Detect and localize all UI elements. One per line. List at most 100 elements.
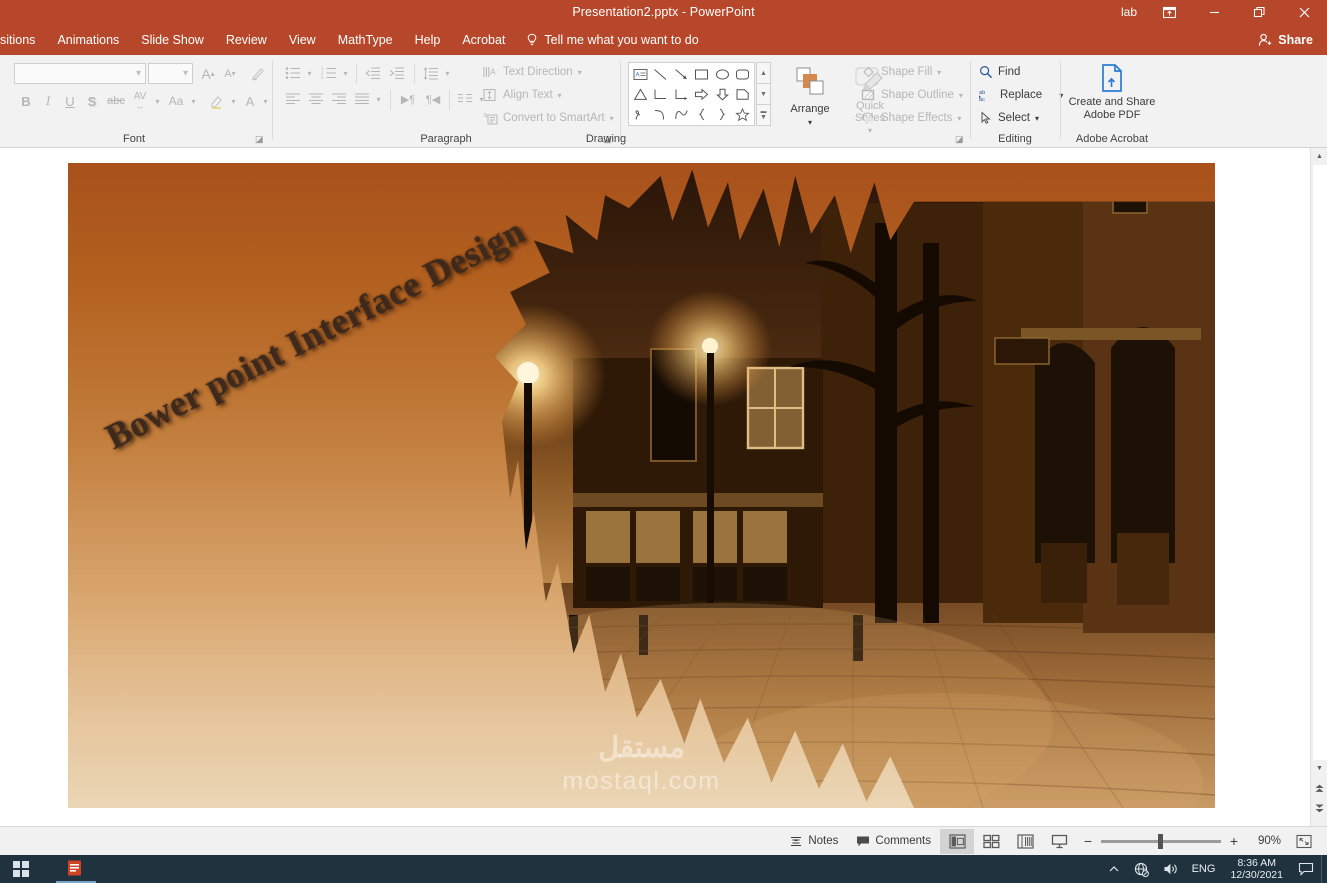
increase-indent-icon[interactable] [386, 63, 408, 83]
zoom-out-button[interactable]: − [1082, 833, 1094, 849]
zoom-level-label[interactable]: 90% [1247, 835, 1281, 847]
shape-effects-button[interactable]: Shape Effects ▾ [858, 107, 964, 129]
shape-oval-icon[interactable] [712, 64, 733, 84]
shape-text-box-icon[interactable]: A [630, 64, 651, 84]
tab-transitions[interactable]: sitions [0, 25, 46, 55]
strikethrough-button[interactable]: abc [104, 91, 128, 111]
text-highlight-dropdown[interactable]: ▾ [228, 91, 239, 111]
vertical-scrollbar[interactable]: ▲ ▼ [1310, 148, 1327, 826]
show-desktop-button[interactable] [1321, 855, 1327, 883]
line-spacing-icon[interactable] [420, 63, 442, 83]
shape-scribble-icon[interactable] [630, 104, 651, 124]
shapes-gallery-more[interactable]: ▬ ▼ [756, 104, 771, 126]
character-spacing-button[interactable]: AV ↔ [128, 91, 152, 111]
shape-arc-icon[interactable] [671, 104, 692, 124]
wordart-title[interactable]: Bower point Interface Design [98, 210, 531, 458]
create-and-share-adobe-pdf-button[interactable]: Create and Share Adobe PDF [1062, 61, 1162, 141]
tab-review[interactable]: Review [215, 25, 278, 55]
shape-right-arrow-icon[interactable] [692, 84, 713, 104]
font-dialog-launcher[interactable]: ◪ [255, 134, 265, 144]
zoom-control[interactable]: − + 90% [1076, 833, 1287, 849]
tell-me-search[interactable]: Tell me what you want to do [516, 25, 708, 55]
tab-help[interactable]: Help [404, 25, 452, 55]
font-size-combo[interactable]: ▾ [148, 63, 193, 84]
align-text-button[interactable]: Align Text ▾ [480, 84, 565, 106]
bold-button[interactable]: B [16, 91, 36, 111]
shape-right-brace-icon[interactable] [712, 104, 733, 124]
tab-slide-show[interactable]: Slide Show [130, 25, 215, 55]
convert-to-smartart-button[interactable]: Convert to SmartArt ▾ [480, 107, 617, 129]
shape-down-arrow-icon[interactable] [712, 84, 733, 104]
taskbar-search[interactable] [42, 855, 56, 883]
clock[interactable]: 8:36 AM 12/30/2021 [1222, 855, 1291, 883]
italic-button[interactable]: I [38, 91, 58, 111]
tab-mathtype[interactable]: MathType [327, 25, 404, 55]
arrange-button[interactable]: Arrange ▾ [779, 62, 841, 140]
shape-rounded-rectangle-icon[interactable] [733, 64, 754, 84]
shape-triangle-icon[interactable] [630, 84, 651, 104]
text-highlight-icon[interactable] [206, 91, 228, 111]
scroll-up-icon[interactable]: ▲ [1312, 148, 1327, 165]
rtl-icon[interactable]: ▶¶ [396, 89, 420, 109]
align-left-icon[interactable] [282, 89, 304, 109]
minimize-icon[interactable] [1192, 0, 1237, 25]
numbering-icon[interactable]: 123 [318, 63, 340, 83]
select-button[interactable]: Select ▾ [976, 107, 1042, 129]
ltr-icon[interactable]: ¶◀ [421, 89, 445, 109]
find-button[interactable]: Find [976, 61, 1023, 83]
notes-button[interactable]: Notes [780, 829, 847, 853]
justify-icon[interactable] [351, 89, 373, 109]
notification-icon[interactable] [1291, 855, 1321, 883]
zoom-slider-track[interactable] [1101, 833, 1221, 849]
shape-line-arrow-icon[interactable] [671, 64, 692, 84]
share-button[interactable]: Share [1252, 25, 1319, 55]
decrease-indent-icon[interactable] [362, 63, 384, 83]
tab-view[interactable]: View [278, 25, 327, 55]
shape-left-brace-icon[interactable] [692, 104, 713, 124]
shapes-gallery[interactable]: A [628, 62, 755, 126]
columns-icon[interactable] [454, 89, 476, 109]
close-icon[interactable] [1282, 0, 1327, 25]
chevron-up-icon[interactable] [1101, 855, 1127, 883]
align-right-icon[interactable] [328, 89, 350, 109]
decrease-font-size-button[interactable]: A ▾ [218, 63, 242, 84]
shape-star-icon[interactable] [733, 104, 754, 124]
change-case-button[interactable]: Aa [164, 91, 188, 111]
text-direction-button[interactable]: A Text Direction ▾ [480, 61, 585, 83]
font-color-dropdown[interactable]: ▾ [260, 91, 271, 111]
volume-icon[interactable] [1156, 855, 1185, 883]
zoom-slider-thumb[interactable] [1158, 833, 1163, 849]
font-color-button[interactable]: A [240, 91, 260, 111]
tab-animations[interactable]: Animations [46, 25, 130, 55]
increase-font-size-button[interactable]: A ▴ [196, 63, 220, 84]
network-disconnected-icon[interactable] [1127, 855, 1156, 883]
text-shadow-button[interactable]: S [82, 91, 102, 111]
bullets-dropdown[interactable]: ▾ [304, 63, 315, 83]
underline-button[interactable]: U [60, 91, 80, 111]
shape-elbow-arrow-connector-icon[interactable] [671, 84, 692, 104]
next-slide-icon[interactable] [1312, 800, 1327, 817]
zoom-in-button[interactable]: + [1228, 833, 1240, 849]
scrollbar-thumb[interactable] [1312, 165, 1327, 760]
slide-photo[interactable] [494, 169, 1215, 808]
line-spacing-dropdown[interactable]: ▾ [442, 63, 453, 83]
slide-sorter-icon[interactable] [974, 829, 1008, 854]
clear-formatting-icon[interactable] [246, 63, 268, 84]
numbering-dropdown[interactable]: ▾ [340, 63, 351, 83]
start-icon[interactable] [0, 855, 42, 883]
restore-icon[interactable] [1237, 0, 1282, 25]
account-label[interactable]: lab [1111, 0, 1147, 25]
font-name-combo[interactable]: ▾ [14, 63, 146, 84]
comments-button[interactable]: Comments [847, 829, 940, 853]
reading-view-icon[interactable] [1008, 829, 1042, 854]
language-indicator[interactable]: ENG [1185, 855, 1223, 883]
justify-dropdown[interactable]: ▾ [373, 89, 384, 109]
shape-elbow-connector-icon[interactable] [651, 84, 672, 104]
shape-rectangle-icon[interactable] [692, 64, 713, 84]
previous-slide-icon[interactable] [1312, 780, 1327, 797]
slide-canvas[interactable]: Bower point Interface Design مستقل mosta… [68, 163, 1215, 808]
change-case-dropdown[interactable]: ▾ [188, 91, 199, 111]
shape-line-icon[interactable] [651, 64, 672, 84]
fit-slide-to-window-icon[interactable] [1287, 829, 1321, 854]
tab-acrobat[interactable]: Acrobat [451, 25, 516, 55]
